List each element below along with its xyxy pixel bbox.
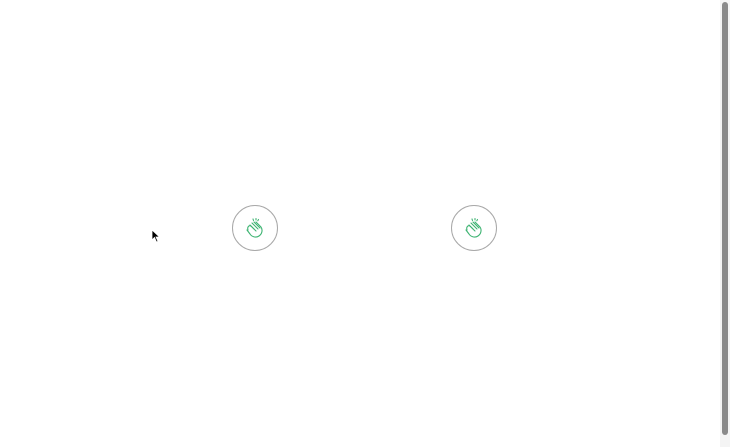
clap-button-2[interactable] [451, 205, 497, 251]
clap-hands-icon [246, 217, 263, 238]
page-viewport [0, 0, 730, 447]
scrollbar-thumb[interactable] [722, 2, 728, 435]
mouse-pointer-icon [151, 229, 161, 243]
clap-button-1[interactable] [232, 205, 278, 251]
clap-hands-icon [465, 217, 482, 238]
vertical-scrollbar[interactable] [720, 0, 730, 447]
